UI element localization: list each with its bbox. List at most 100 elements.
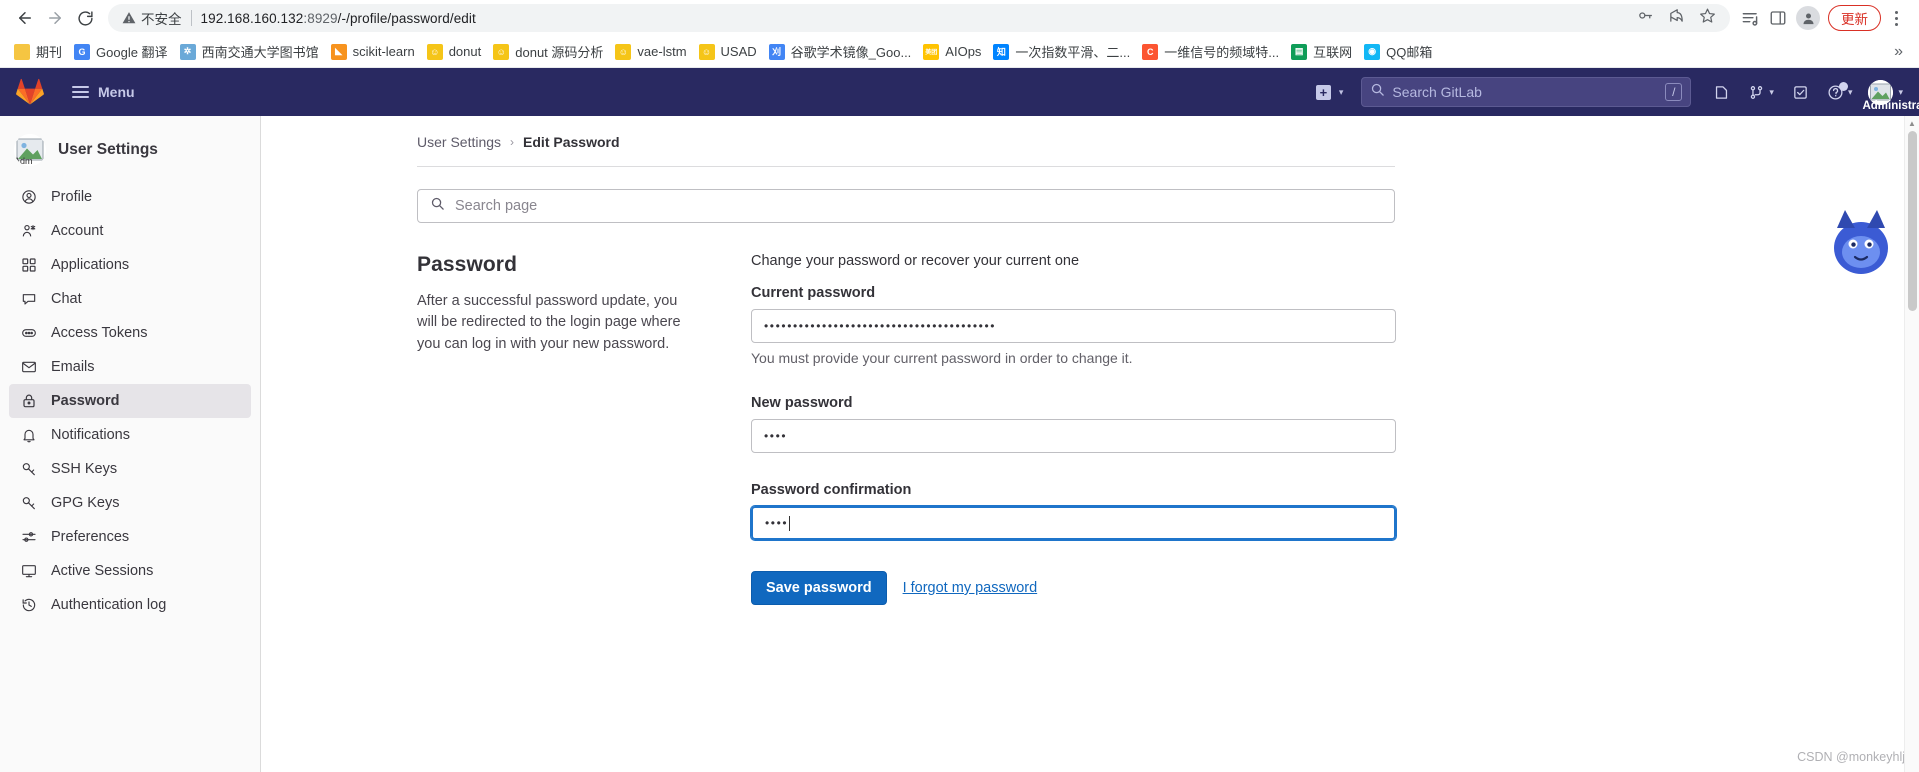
sidebar-item-label: Account bbox=[51, 223, 104, 239]
password-form: Change your password or recover your cur… bbox=[751, 253, 1396, 605]
reading-list-icon[interactable] bbox=[1736, 4, 1764, 32]
bookmark-label: vae-lstm bbox=[637, 44, 687, 59]
sidebar-item-account[interactable]: Account bbox=[9, 214, 251, 248]
back-button[interactable] bbox=[10, 3, 40, 33]
search-placeholder: Search GitLab bbox=[1392, 84, 1482, 100]
emoji-icon: ☺ bbox=[426, 43, 443, 60]
applications-icon bbox=[21, 257, 37, 273]
search-shortcut-key: / bbox=[1665, 83, 1683, 101]
sidebar-item-applications[interactable]: Applications bbox=[9, 248, 251, 282]
main-menu-button[interactable]: Menu bbox=[64, 78, 143, 106]
bookmark-item[interactable]: 知一次指数平滑、二... bbox=[987, 39, 1136, 65]
scroll-up-icon[interactable]: ▲ bbox=[1905, 116, 1919, 131]
current-password-field: Current password •••••••••••••••••••••••… bbox=[751, 285, 1396, 366]
current-password-input[interactable]: •••••••••••••••••••••••••••••••••••••••• bbox=[751, 309, 1396, 343]
forgot-password-link[interactable]: I forgot my password bbox=[903, 580, 1038, 596]
current-password-helper: You must provide your current password i… bbox=[751, 350, 1133, 366]
page-description: After a successful password update, you … bbox=[417, 293, 681, 352]
bookmark-label: USAD bbox=[720, 44, 757, 59]
share-icon[interactable] bbox=[1668, 7, 1685, 29]
scholar-icon: 刈 bbox=[768, 43, 785, 60]
profile-avatar[interactable] bbox=[1796, 6, 1820, 30]
sidebar-item-label: Notifications bbox=[51, 427, 130, 443]
csdn-icon: C bbox=[1142, 43, 1159, 60]
browser-menu-icon[interactable] bbox=[1883, 10, 1909, 26]
bookmark-label: 西南交通大学图书馆 bbox=[201, 45, 319, 60]
bookmarks-overflow-icon[interactable]: » bbox=[1886, 43, 1911, 61]
bookmark-label: 谷歌学术镜像_Goo... bbox=[790, 45, 912, 60]
new-password-input[interactable]: •••• bbox=[751, 419, 1396, 453]
sidebar-item-preferences[interactable]: Preferences bbox=[9, 520, 251, 554]
plus-icon: + bbox=[1315, 84, 1331, 100]
star-icon[interactable] bbox=[1699, 7, 1716, 29]
sidebar-item-label: Authentication log bbox=[51, 597, 167, 613]
settings-columns: Password After a successful password upd… bbox=[417, 253, 1396, 605]
chevron-down-icon: ▾ bbox=[1769, 86, 1774, 97]
bookmark-item[interactable]: C 一维信号的频域特... bbox=[1136, 39, 1285, 65]
bookmark-item[interactable]: ☺ donut bbox=[421, 39, 488, 65]
sidebar-item-gpg-keys[interactable]: GPG Keys bbox=[9, 486, 251, 520]
gitlab-logo-icon[interactable] bbox=[16, 78, 44, 106]
bookmark-label: 互联网 bbox=[1313, 45, 1353, 60]
user-menu[interactable]: ▾ Administrator bbox=[1862, 79, 1919, 112]
bookmark-item[interactable]: ▤ 互联网 bbox=[1285, 39, 1358, 65]
bookmark-item[interactable]: ◣ scikit-learn bbox=[325, 39, 421, 65]
sidebar-item-chat[interactable]: Chat bbox=[9, 282, 251, 316]
hamburger-icon bbox=[72, 86, 89, 98]
bookmark-item[interactable]: ◉ QQ邮箱 bbox=[1358, 39, 1438, 65]
bookmark-item[interactable]: ✲ 西南交通大学图书馆 bbox=[174, 39, 325, 65]
sidebar-item-notifications[interactable]: Notifications bbox=[9, 418, 251, 452]
bookmark-label: QQ邮箱 bbox=[1386, 45, 1433, 60]
sidebar-item-ssh-keys[interactable]: SSH Keys bbox=[9, 452, 251, 486]
sidebar-item-profile[interactable]: Profile bbox=[9, 180, 251, 214]
sidebar-item-authentication-log[interactable]: Authentication log bbox=[9, 588, 251, 622]
chevron-down-icon: ▾ bbox=[1847, 86, 1853, 97]
sidebar-item-label: Preferences bbox=[51, 529, 130, 545]
bookmark-item[interactable]: ☺ donut 源码分析 bbox=[487, 39, 609, 65]
key-icon[interactable] bbox=[1637, 7, 1654, 29]
bookmark-item[interactable]: ☺ USAD bbox=[693, 39, 763, 65]
sidebar-item-emails[interactable]: Emails bbox=[9, 350, 251, 384]
page-scrollbar[interactable]: ▲ bbox=[1904, 116, 1919, 772]
address-bar-url: 192.168.160.132:8929/-/profile/password/… bbox=[201, 11, 476, 26]
bookmark-item[interactable]: 美团 AIOps bbox=[917, 39, 987, 65]
key-icon bbox=[21, 495, 37, 511]
side-panel-icon[interactable] bbox=[1764, 4, 1792, 32]
new-password-field: New password •••• bbox=[751, 395, 1396, 453]
update-button[interactable]: 更新 bbox=[1828, 5, 1881, 31]
form-actions: Save password I forgot my password bbox=[751, 571, 1396, 605]
merge-requests-icon[interactable]: ▾ bbox=[1740, 78, 1782, 107]
monitor-icon bbox=[21, 563, 37, 579]
sheets-icon: ▤ bbox=[1291, 43, 1308, 60]
account-icon bbox=[21, 223, 37, 239]
sidebar-item-password[interactable]: Password bbox=[9, 384, 251, 418]
chat-icon bbox=[21, 291, 37, 307]
sidebar-items: Profile Account Applications Chat Access Tok… bbox=[0, 180, 260, 622]
reload-button[interactable] bbox=[70, 3, 100, 33]
form-lead-text: Change your password or recover your cur… bbox=[751, 253, 1080, 269]
bookmark-item[interactable]: ☺ vae-lstm bbox=[609, 39, 692, 65]
sidebar-item-label: Profile bbox=[51, 189, 93, 205]
search-input[interactable]: Search GitLab / bbox=[1361, 77, 1692, 107]
forward-button[interactable] bbox=[40, 3, 70, 33]
emoji-icon: ☺ bbox=[493, 43, 510, 60]
bookmark-item[interactable]: 刈谷歌学术镜像_Goo... bbox=[763, 39, 918, 65]
todos-icon[interactable] bbox=[1784, 78, 1817, 107]
scrollbar-thumb[interactable] bbox=[1908, 131, 1917, 311]
preferences-icon bbox=[21, 529, 37, 545]
help-icon[interactable]: ▾ bbox=[1819, 78, 1861, 107]
search-icon bbox=[430, 196, 445, 216]
sidebar-item-active-sessions[interactable]: Active Sessions bbox=[9, 554, 251, 588]
page-search-input[interactable]: Search page bbox=[417, 189, 1395, 223]
password-confirmation-input[interactable]: •••• bbox=[751, 506, 1396, 540]
sidebar-item-access-tokens[interactable]: Access Tokens bbox=[9, 316, 251, 350]
breadcrumb-root[interactable]: User Settings bbox=[417, 134, 501, 150]
bookmark-item[interactable]: G Google 翻译 bbox=[68, 39, 174, 65]
address-bar[interactable]: 不安全 192.168.160.132:8929/-/profile/passw… bbox=[108, 4, 1730, 32]
issues-icon[interactable] bbox=[1705, 78, 1738, 107]
avatar: Adm bbox=[14, 134, 46, 166]
bookmark-item[interactable]: 期刊 bbox=[8, 39, 68, 65]
new-dropdown-button[interactable]: + ▾ bbox=[1310, 79, 1350, 106]
save-password-button[interactable]: Save password bbox=[751, 571, 887, 605]
help-notification-dot bbox=[1838, 81, 1848, 91]
